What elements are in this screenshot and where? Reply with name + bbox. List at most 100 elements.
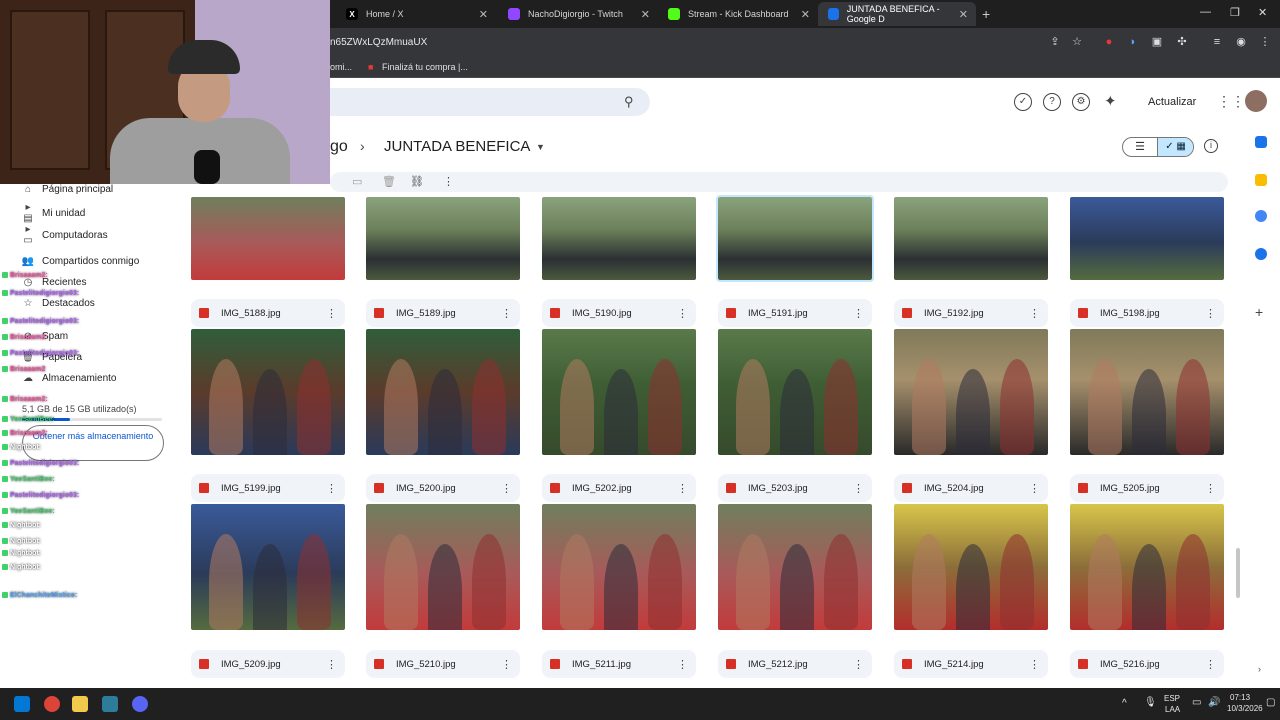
file-thumbnail[interactable] [191,329,345,455]
list-view-icon[interactable]: ☰ [1123,138,1158,156]
file-card[interactable]: IMG_5192.jpg ⋮ [894,299,1048,327]
more-vert-icon[interactable]: ⋮ [326,482,337,495]
file-card[interactable]: IMG_5204.jpg ⋮ [894,474,1048,502]
sidebar-item-storage[interactable]: ☁ Almacenamiento [20,373,116,384]
file-card[interactable]: IMG_5203.jpg ⋮ [718,474,872,502]
file-thumbnail[interactable] [894,329,1048,455]
more-vert-icon[interactable]: ⋮ [501,658,512,671]
more-vert-icon[interactable]: ⋮ [501,482,512,495]
volume-icon[interactable]: 🔊 [1208,697,1220,708]
more-vert-icon[interactable]: ⋮ [1029,658,1040,671]
keep-icon[interactable] [1255,174,1267,186]
info-icon[interactable]: i [1204,139,1218,153]
file-thumbnail[interactable] [716,195,874,282]
more-vert-icon[interactable]: ⋮ [1205,307,1216,320]
file-thumbnail[interactable] [1070,329,1224,455]
bookmark-star-icon[interactable]: ☆ [1070,35,1084,49]
extension-icon[interactable]: ▣ [1150,35,1164,49]
file-thumbnail[interactable] [894,504,1048,630]
close-icon[interactable]: ✕ [641,8,650,21]
windows-start-icon[interactable] [14,696,30,712]
close-icon[interactable]: ✕ [479,8,488,21]
language-indicator[interactable]: ESP [1164,694,1180,703]
settings-gear-icon[interactable]: ⚙ [1072,93,1090,111]
file-explorer-icon[interactable] [72,696,88,712]
bookmark-item[interactable]: omi... [330,62,352,72]
more-vert-icon[interactable]: ⋮ [677,482,688,495]
file-thumbnail[interactable] [894,197,1048,280]
file-thumbnail[interactable] [191,504,345,630]
update-button[interactable]: Actualizar [1140,90,1205,114]
file-thumbnail[interactable] [1070,197,1224,280]
file-thumbnail[interactable] [718,504,872,630]
tab-kick[interactable]: Stream - Kick Dashboard ✕ [658,2,818,26]
more-vert-icon[interactable]: ⋮ [1258,35,1272,49]
more-vert-icon[interactable]: ⋮ [1029,482,1040,495]
sidebar-item-shared[interactable]: 👥 Compartidos conmigo [20,256,140,267]
profile-icon[interactable]: ◉ [1234,35,1248,49]
scrollbar[interactable] [1236,548,1240,598]
file-card[interactable]: IMG_5211.jpg ⋮ [542,650,696,678]
file-thumbnail[interactable] [366,197,520,280]
app-icon[interactable] [102,696,118,712]
more-vert-icon[interactable]: ⋮ [677,658,688,671]
chevron-up-icon[interactable]: ^ [1122,698,1127,709]
file-thumbnail[interactable] [542,504,696,630]
file-card[interactable]: IMG_5198.jpg ⋮ [1070,299,1224,327]
breadcrumb-parent[interactable]: go [330,138,348,156]
file-thumbnail[interactable] [718,329,872,455]
more-vert-icon[interactable]: ⋮ [853,482,864,495]
calendar-icon[interactable] [1255,136,1267,148]
chrome-icon[interactable] [44,696,60,712]
notification-icon[interactable]: ▢ [1266,697,1275,708]
page-title[interactable]: JUNTADA BENEFICA [384,138,530,155]
more-vert-icon[interactable]: ⋮ [326,307,337,320]
close-icon[interactable]: ✕ [801,8,810,21]
file-card[interactable]: IMG_5200.jpg ⋮ [366,474,520,502]
file-card[interactable]: IMG_5214.jpg ⋮ [894,650,1048,678]
puzzle-icon[interactable]: ✣ [1175,35,1189,49]
avatar[interactable] [1245,90,1267,112]
extension-audio-icon[interactable]: ◗ [1126,35,1140,49]
contacts-icon[interactable] [1255,248,1267,260]
file-card[interactable]: IMG_5205.jpg ⋮ [1070,474,1224,502]
sidebar-item-my-drive[interactable]: ▸ ▤ Mi unidad [20,202,85,224]
chevron-right-icon[interactable]: › [1258,664,1261,674]
file-card[interactable]: IMG_5199.jpg ⋮ [191,474,345,502]
file-card[interactable]: IMG_5190.jpg ⋮ [542,299,696,327]
file-thumbnail[interactable] [191,197,345,280]
file-thumbnail[interactable] [366,329,520,455]
more-vert-icon[interactable]: ⋮ [1029,307,1040,320]
discord-icon[interactable] [132,696,148,712]
sidebar-item-home[interactable]: ⌂ Página principal [20,184,113,195]
file-thumbnail[interactable] [542,329,696,455]
search-input[interactable] [330,88,650,116]
mic-icon[interactable]: 🎙 [1144,697,1157,708]
bookmark-item[interactable]: Finalizá tu compra |... [382,62,468,72]
url-field[interactable]: n65ZWxLQzMmuaUX [330,37,427,48]
move-folder-icon[interactable]: ▭ [352,175,362,188]
new-tab-icon[interactable]: + [982,6,990,22]
trash-icon[interactable]: 🗑 [382,175,396,188]
media-icon[interactable]: ≡ [1210,35,1224,49]
more-vert-icon[interactable]: ⋮ [677,307,688,320]
tab-google-drive[interactable]: JUNTADA BENEFICA - Google D ✕ [818,2,976,26]
tasks-icon[interactable] [1255,210,1267,222]
file-card[interactable]: IMG_5216.jpg ⋮ [1070,650,1224,678]
link-icon[interactable]: ⛓ [410,175,424,188]
network-icon[interactable]: ▭ [1192,697,1201,708]
chevron-down-icon[interactable]: ▼ [536,142,545,152]
more-vert-icon[interactable]: ⋮ [1205,658,1216,671]
more-vert-icon[interactable]: ⋮ [853,658,864,671]
gemini-icon[interactable]: ✦ [1104,92,1117,110]
help-icon[interactable]: ? [1043,93,1061,111]
more-vert-icon[interactable]: ⋮ [326,658,337,671]
file-card[interactable]: IMG_5189.jpg ⋮ [366,299,520,327]
close-icon[interactable]: ✕ [959,8,968,21]
clock-time[interactable]: 07:13 [1230,693,1250,702]
file-card[interactable]: IMG_5212.jpg ⋮ [718,650,872,678]
install-icon[interactable]: ⇪ [1048,35,1062,49]
tab-x[interactable]: X Home / X ✕ [336,2,496,26]
grid-view-icon[interactable]: ✓ ▦ [1158,138,1193,156]
file-card[interactable]: IMG_5191.jpg ⋮ [718,299,872,327]
